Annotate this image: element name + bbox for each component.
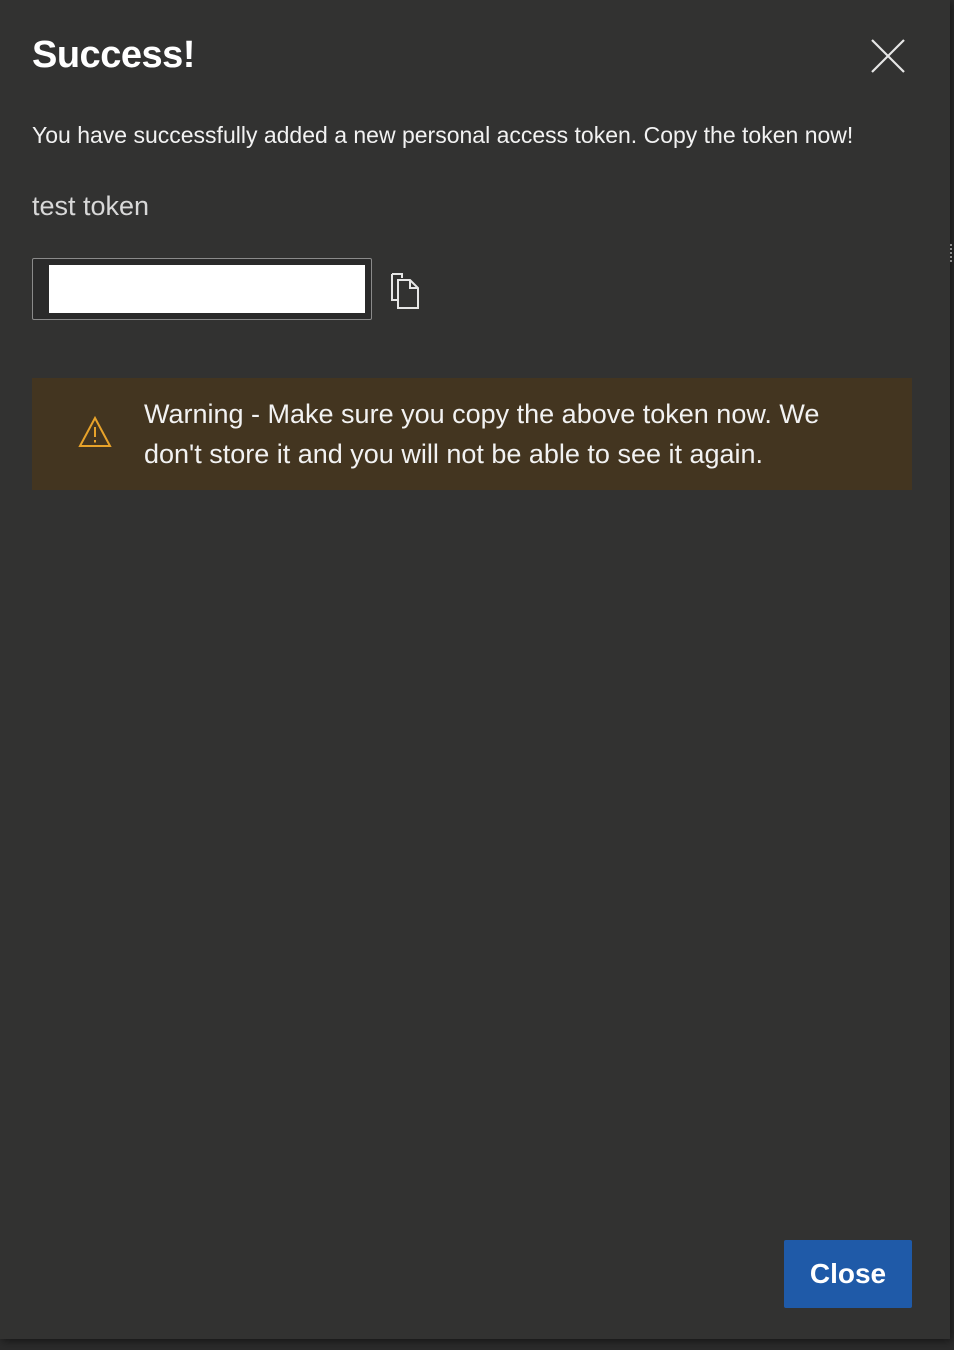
token-name: test token [32, 191, 150, 221]
token-field [32, 258, 372, 320]
token-input[interactable] [49, 265, 365, 313]
close-icon[interactable] [866, 34, 910, 78]
success-message: You have successfully added a new person… [32, 122, 854, 148]
warning-icon [78, 415, 112, 448]
scrollbar-handle[interactable] [950, 244, 954, 262]
warning-text: Warning - Make sure you copy the above t… [144, 399, 820, 469]
dialog-title: Success! [32, 34, 195, 76]
warning-banner: Warning - Make sure you copy the above t… [32, 378, 912, 490]
close-button[interactable]: Close [784, 1240, 912, 1308]
success-dialog: Success! You have successfully added a n… [0, 0, 950, 1339]
copy-icon[interactable] [388, 272, 424, 310]
